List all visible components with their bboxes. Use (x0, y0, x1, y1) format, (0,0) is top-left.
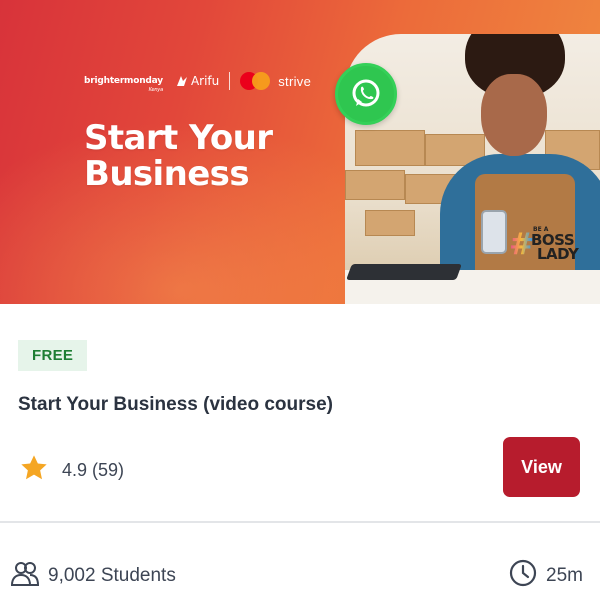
course-banner: brightermonday Kenya Arifu strive Start … (0, 0, 600, 304)
duration-label: 25m (546, 564, 583, 586)
users-icon (10, 558, 40, 593)
course-duration: 25m (508, 558, 583, 593)
course-rating: 4.9 (59) (18, 452, 124, 489)
be-a-boss-lady-logo: # BE A BOSS LADY (509, 226, 579, 263)
logo-divider (229, 72, 231, 90)
star-icon (18, 452, 50, 489)
course-title[interactable]: Start Your Business (video course) (18, 394, 333, 416)
strive-logo: strive (278, 73, 312, 89)
students-label: 9,002 Students (48, 564, 176, 586)
brightermonday-logo: brightermonday Kenya (84, 76, 163, 93)
price-badge: FREE (18, 340, 88, 371)
mastercard-logo (240, 72, 271, 90)
rating-value: 4.9 (59) (62, 460, 125, 480)
arifu-logo: Arifu (175, 74, 219, 88)
divider (0, 521, 600, 523)
course-card[interactable]: brightermonday Kenya Arifu strive Start … (0, 0, 600, 600)
whatsapp-icon (335, 63, 397, 125)
clock-icon (508, 558, 538, 593)
view-button[interactable]: View (503, 437, 580, 497)
banner-headline: Start Your Business (84, 118, 273, 194)
student-count: 9,002 Students (10, 558, 176, 593)
partner-logos: brightermonday Kenya Arifu strive (84, 72, 312, 93)
